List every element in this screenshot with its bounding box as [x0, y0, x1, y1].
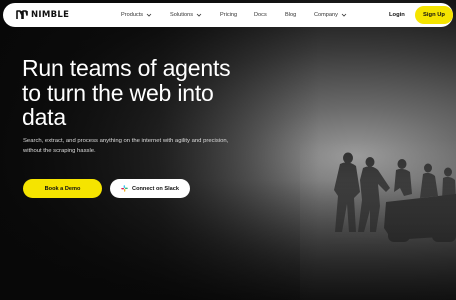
nav-item-label: Products	[121, 12, 144, 18]
nav-item-products[interactable]: Products	[121, 3, 152, 27]
nav-item-docs[interactable]: Docs	[254, 3, 267, 27]
connect-slack-button[interactable]: Connect on Slack	[110, 179, 190, 198]
nav-item-company[interactable]: Company	[314, 3, 347, 27]
chevron-down-icon	[341, 13, 347, 17]
slack-icon	[121, 185, 128, 192]
hero-section: NIMBLE Products Solutions Pricing Docs B…	[0, 0, 456, 300]
nav-item-label: Docs	[254, 12, 267, 18]
brand-name: NIMBLE	[31, 10, 70, 20]
nav-item-label: Blog	[285, 12, 297, 18]
top-navigation-bar: NIMBLE Products Solutions Pricing Docs B…	[3, 3, 453, 27]
brand-logo[interactable]: NIMBLE	[16, 9, 69, 21]
nav-item-label: Pricing	[220, 12, 238, 18]
nav-item-label: Solutions	[170, 12, 194, 18]
nav-item-solutions[interactable]: Solutions	[170, 3, 202, 27]
login-link[interactable]: Login	[389, 3, 405, 27]
signup-button[interactable]: Sign Up	[415, 6, 453, 24]
connect-slack-label: Connect on Slack	[132, 185, 179, 192]
chevron-down-icon	[146, 13, 152, 17]
chevron-down-icon	[196, 13, 202, 17]
nav-item-label: Company	[314, 12, 338, 18]
book-demo-button[interactable]: Book a Demo	[23, 179, 102, 198]
hero-subtext: Search, extract, and process anything on…	[23, 138, 229, 154]
nav-item-pricing[interactable]: Pricing	[220, 3, 237, 27]
hero-headline: Run teams of agents to turn the web into…	[22, 55, 231, 130]
nimble-logo-icon	[16, 10, 28, 19]
nav-item-blog[interactable]: Blog	[285, 3, 296, 27]
